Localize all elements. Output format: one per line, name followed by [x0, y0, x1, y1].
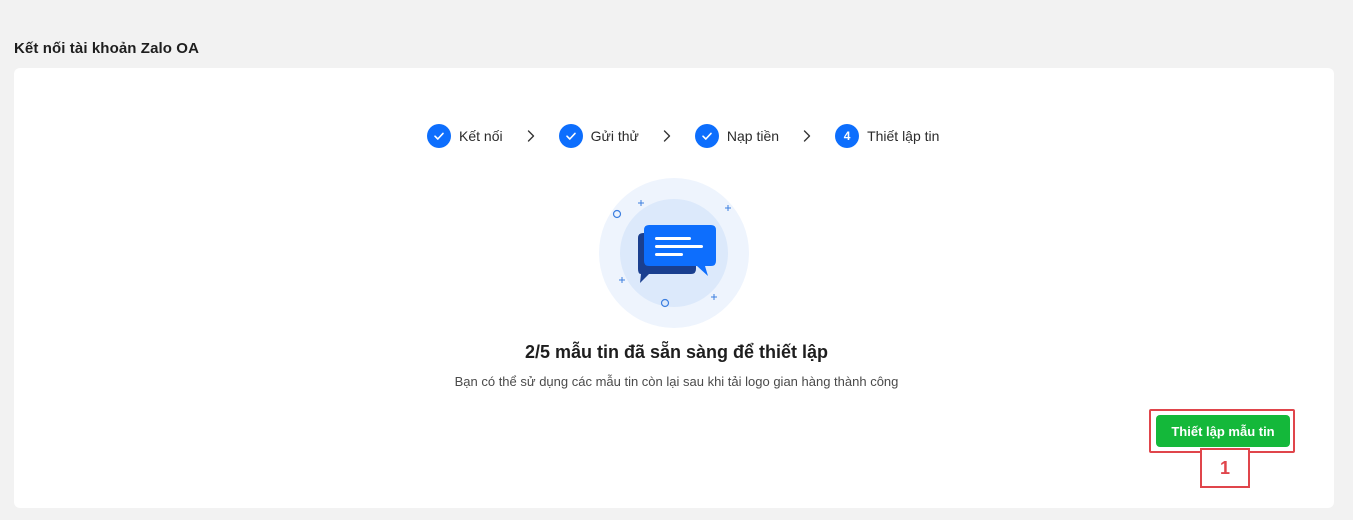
- page-title: Kết nối tài khoản Zalo OA: [14, 40, 200, 57]
- chat-bubbles-icon: [599, 178, 749, 328]
- chat-bubbles-illustration: [599, 178, 749, 328]
- annotation-marker: 1: [1200, 448, 1250, 488]
- step-top-up-label: Nạp tiền: [726, 128, 780, 144]
- ready-templates-headline: 2/5 mẫu tin đã sẵn sàng để thiết lập: [524, 342, 829, 362]
- step-test-send-label: Gửi thử: [590, 128, 639, 144]
- step-test-send-check-icon: [558, 124, 583, 148]
- step-top-up: Nạp tiền: [694, 124, 780, 148]
- step-setup-message-label: Thiết lập tin: [867, 128, 940, 144]
- chevron-right-icon: [661, 129, 673, 143]
- step-test-send: Gửi thử: [558, 124, 639, 148]
- step-connect: Kết nối: [427, 124, 503, 148]
- step-number-badge: 4: [835, 124, 860, 148]
- step-connect-label: Kết nối: [459, 128, 503, 144]
- step-connect-check-icon: [427, 124, 451, 148]
- step-top-up-check-icon: [694, 124, 719, 148]
- step-setup-message: 4 Thiết lập tin: [835, 124, 939, 148]
- chevron-right-icon: [801, 129, 813, 143]
- ready-templates-description: Bạn có thể sử dụng các mẫu tin còn lại s…: [454, 374, 899, 389]
- setup-templates-button[interactable]: Thiết lập mẫu tin: [1156, 415, 1290, 447]
- chevron-right-icon: [525, 129, 537, 143]
- stepper: Kết nối Gửi thử Nạp tiền 4 Thiết lập tin: [427, 124, 939, 148]
